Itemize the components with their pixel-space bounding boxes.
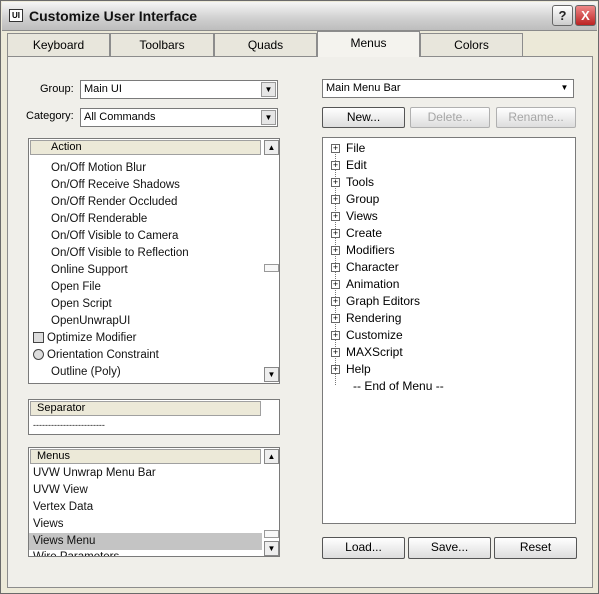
chevron-down-icon[interactable]: ▼ [557, 81, 572, 96]
tree-item-group[interactable]: + Group [331, 191, 379, 208]
list-item[interactable]: Optimize Modifier [33, 330, 136, 347]
expand-icon: + [331, 364, 340, 375]
tree-item-character[interactable]: + Character [331, 259, 399, 276]
expand-icon: + [331, 262, 340, 273]
tab-colors[interactable]: Colors [420, 33, 523, 56]
help-button[interactable]: ? [552, 5, 573, 26]
expand-icon: + [331, 228, 340, 239]
menu-tree[interactable]: + File + Edit + Tools + Group + Views + Create… [322, 137, 576, 524]
tree-item-customize[interactable]: + Customize [331, 327, 403, 344]
list-item[interactable]: On/Off Render Occluded [51, 194, 177, 211]
tree-item-graph-editors[interactable]: + Graph Editors [331, 293, 420, 310]
end-of-menu-marker[interactable]: -- End of Menu -- [353, 378, 444, 395]
expand-icon: + [331, 296, 340, 307]
expand-icon: + [331, 245, 340, 256]
tree-item-edit[interactable]: + Edit [331, 157, 367, 174]
tree-item-create[interactable]: + Create [331, 225, 382, 242]
scroll-down-icon[interactable]: ▼ [264, 541, 279, 556]
category-value: All Commands [84, 111, 156, 123]
menus-list[interactable]: Menus UVW Unwrap Menu Bar UVW View Verte… [28, 447, 280, 557]
expand-icon: + [331, 279, 340, 290]
tab-toolbars[interactable]: Toolbars [110, 33, 214, 56]
expand-icon: + [331, 347, 340, 358]
action-list[interactable]: Action On/Off Motion Blur On/Off Receive… [28, 138, 280, 384]
close-button[interactable]: X [575, 5, 596, 26]
scrollbar-thumb[interactable] [264, 264, 279, 272]
chevron-down-icon[interactable]: ▼ [261, 82, 276, 97]
tab-quads[interactable]: Quads [214, 33, 317, 56]
category-dropdown[interactable]: All Commands ▼ [80, 108, 278, 127]
optimize-modifier-icon [33, 332, 44, 344]
tree-item-help[interactable]: + Help [331, 361, 371, 378]
list-item[interactable]: Open Script [51, 296, 112, 313]
tree-item-file[interactable]: + File [331, 140, 365, 157]
list-item[interactable]: Open File [51, 279, 101, 296]
menus-column-header[interactable]: Menus [30, 449, 261, 464]
list-item[interactable]: Views [33, 516, 63, 533]
action-column-header[interactable]: Action [30, 140, 261, 155]
rename-menu-button[interactable]: Rename... [496, 107, 576, 128]
list-item[interactable]: On/Off Visible to Reflection [51, 245, 189, 262]
expand-icon: + [331, 313, 340, 324]
group-dropdown[interactable]: Main UI ▼ [80, 80, 278, 99]
tree-item-animation[interactable]: + Animation [331, 276, 399, 293]
tab-menus[interactable]: Menus [317, 31, 420, 57]
scrollbar-thumb[interactable] [264, 530, 279, 538]
expand-icon: + [331, 194, 340, 205]
group-value: Main UI [84, 83, 122, 95]
new-menu-button[interactable]: New... [322, 107, 405, 128]
list-item[interactable]: Vertex Data [33, 499, 93, 516]
tree-item-rendering[interactable]: + Rendering [331, 310, 401, 327]
tree-item-maxscript[interactable]: + MAXScript [331, 344, 403, 361]
tree-item-tools[interactable]: + Tools [331, 174, 374, 191]
list-item[interactable]: On/Off Visible to Camera [51, 228, 178, 245]
list-item-selected[interactable]: Views Menu [29, 533, 262, 550]
expand-icon: + [331, 211, 340, 222]
scroll-down-icon[interactable]: ▼ [264, 367, 279, 382]
scroll-up-icon[interactable]: ▲ [264, 449, 279, 464]
menus-panel: Group: Main UI ▼ Category: All Commands … [7, 56, 593, 588]
list-item[interactable]: UVW Unwrap Menu Bar [33, 465, 156, 482]
scroll-up-icon[interactable]: ▲ [264, 140, 279, 155]
expand-icon: + [331, 160, 340, 171]
tab-keyboard[interactable]: Keyboard [7, 33, 110, 56]
separator-column-header[interactable]: Separator [30, 401, 261, 416]
list-item[interactable]: Online Support [51, 262, 128, 279]
reset-button[interactable]: Reset [494, 537, 577, 559]
orientation-constraint-icon [33, 349, 44, 361]
expand-icon: + [331, 143, 340, 154]
chevron-down-icon[interactable]: ▼ [261, 110, 276, 125]
separator-list[interactable]: Separator ------------------------ [28, 399, 280, 435]
list-item[interactable]: OpenUnwrapUI [51, 313, 130, 330]
title-bar[interactable]: UI Customize User Interface ? X [2, 2, 597, 31]
load-button[interactable]: Load... [322, 537, 405, 559]
group-label: Group: [40, 83, 74, 95]
tree-item-modifiers[interactable]: + Modifiers [331, 242, 395, 259]
list-item[interactable]: Outline (Poly) [51, 364, 121, 381]
app-icon: UI [9, 9, 23, 22]
list-item[interactable]: Wire Parameters [33, 549, 119, 556]
expand-icon: + [331, 177, 340, 188]
tab-strip: Keyboard Toolbars Quads Menus Colors [7, 31, 593, 57]
list-item[interactable]: UVW View [33, 482, 88, 499]
menu-select-value: Main Menu Bar [326, 82, 401, 94]
list-item[interactable]: Orientation Constraint [33, 347, 159, 364]
window-title: Customize User Interface [29, 8, 198, 24]
list-item[interactable]: On/Off Receive Shadows [51, 177, 180, 194]
category-label: Category: [26, 110, 74, 122]
menu-select-dropdown[interactable]: Main Menu Bar ▼ [322, 79, 574, 98]
delete-menu-button[interactable]: Delete... [410, 107, 490, 128]
customize-ui-window: UI Customize User Interface ? X Keyboard… [0, 0, 599, 594]
tree-item-views[interactable]: + Views [331, 208, 378, 225]
separator-item[interactable]: ------------------------ [33, 417, 105, 434]
list-item[interactable]: On/Off Renderable [51, 211, 147, 228]
save-button[interactable]: Save... [408, 537, 491, 559]
expand-icon: + [331, 330, 340, 341]
list-item[interactable]: On/Off Motion Blur [51, 160, 146, 177]
